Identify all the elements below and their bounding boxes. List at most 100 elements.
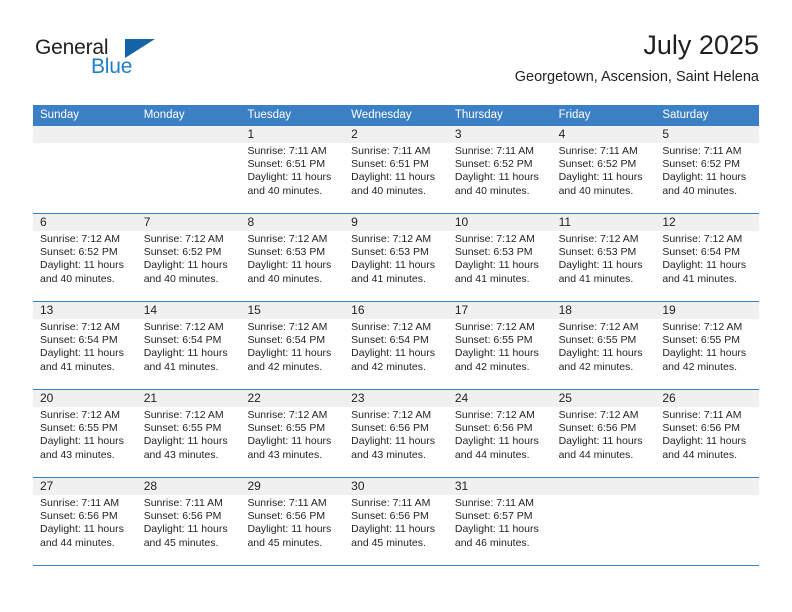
day-number: 30	[344, 478, 448, 495]
page-header: General Blue July 2025 Georgetown, Ascen…	[33, 28, 759, 98]
day-cell[interactable]: 31 Sunrise: 7:11 AM Sunset: 6:57 PM Dayl…	[447, 478, 552, 565]
day-cell[interactable]: 8 Sunrise: 7:12 AM Sunset: 6:53 PM Dayli…	[240, 214, 345, 301]
sunset-text: Sunset: 6:53 PM	[247, 246, 326, 259]
daylight-text-line2: and 43 minutes.	[351, 448, 426, 461]
day-cell[interactable]	[136, 126, 241, 213]
weekday-header-tuesday: Tuesday	[247, 109, 292, 121]
sunset-text: Sunset: 6:55 PM	[454, 334, 533, 347]
day-cell[interactable]: 28 Sunrise: 7:11 AM Sunset: 6:56 PM Dayl…	[136, 478, 241, 565]
daylight-text-line2: and 41 minutes.	[143, 360, 219, 373]
sunrise-text: Sunrise: 7:12 AM	[558, 409, 639, 421]
daylight-text-line1: Daylight: 11 hours	[454, 523, 539, 536]
day-number: 11	[551, 214, 656, 231]
day-number: 12	[655, 214, 760, 231]
day-cell[interactable]	[551, 478, 656, 565]
daylight-text-line2: and 45 minutes.	[143, 536, 219, 549]
day-cell[interactable]: 10 Sunrise: 7:12 AM Sunset: 6:53 PM Dayl…	[447, 214, 552, 301]
sunset-text: Sunset: 6:53 PM	[351, 246, 429, 259]
sunrise-text: Sunrise: 7:12 AM	[662, 233, 743, 245]
daylight-text-line1: Daylight: 11 hours	[454, 435, 539, 448]
day-cell[interactable]: 13 Sunrise: 7:12 AM Sunset: 6:54 PM Dayl…	[33, 302, 137, 389]
sunset-text: Sunset: 6:55 PM	[247, 422, 326, 435]
calendar-grid: Sunday Monday Tuesday Wednesday Thursday…	[33, 105, 760, 566]
day-cell[interactable]: 21 Sunrise: 7:12 AM Sunset: 6:55 PM Dayl…	[136, 390, 241, 477]
daylight-text-line2: and 44 minutes.	[558, 448, 634, 461]
day-number: 31	[447, 478, 552, 495]
day-info: Sunrise: 7:12 AM Sunset: 6:55 PM Dayligh…	[448, 319, 552, 374]
day-cell[interactable]: 24 Sunrise: 7:12 AM Sunset: 6:56 PM Dayl…	[447, 390, 552, 477]
day-cell[interactable]: 12 Sunrise: 7:12 AM Sunset: 6:54 PM Dayl…	[655, 214, 760, 301]
sunrise-text: Sunrise: 7:12 AM	[40, 233, 120, 245]
day-cell[interactable]: 5 Sunrise: 7:11 AM Sunset: 6:52 PM Dayli…	[655, 126, 760, 213]
day-number: 22	[240, 390, 345, 407]
sunrise-text: Sunrise: 7:12 AM	[662, 321, 743, 333]
weekday-header-friday: Friday	[558, 109, 591, 121]
day-number: 7	[136, 214, 241, 231]
day-info: Sunrise: 7:12 AM Sunset: 6:56 PM Dayligh…	[448, 407, 552, 462]
daylight-text-line2: and 44 minutes.	[454, 448, 530, 461]
daylight-text-line2: and 41 minutes.	[351, 272, 426, 285]
day-cell[interactable]: 9 Sunrise: 7:12 AM Sunset: 6:53 PM Dayli…	[344, 214, 448, 301]
week-row: 27 Sunrise: 7:11 AM Sunset: 6:56 PM Dayl…	[33, 478, 760, 566]
daylight-text-line1: Daylight: 11 hours	[558, 347, 643, 360]
day-cell[interactable]: 2 Sunrise: 7:11 AM Sunset: 6:51 PM Dayli…	[344, 126, 448, 213]
day-cell[interactable]: 19 Sunrise: 7:12 AM Sunset: 6:55 PM Dayl…	[655, 302, 760, 389]
day-info: Sunrise: 7:11 AM Sunset: 6:52 PM Dayligh…	[552, 143, 656, 198]
daylight-text-line1: Daylight: 11 hours	[454, 259, 539, 272]
sunset-text: Sunset: 6:51 PM	[351, 158, 429, 171]
sunrise-text: Sunrise: 7:12 AM	[454, 409, 535, 421]
sunrise-text: Sunrise: 7:11 AM	[351, 497, 431, 509]
sunrise-text: Sunrise: 7:12 AM	[351, 233, 432, 245]
day-cell[interactable]	[655, 478, 760, 565]
day-cell[interactable]: 4 Sunrise: 7:11 AM Sunset: 6:52 PM Dayli…	[551, 126, 656, 213]
day-cell[interactable]: 7 Sunrise: 7:12 AM Sunset: 6:52 PM Dayli…	[136, 214, 241, 301]
daylight-text-line2: and 44 minutes.	[40, 536, 115, 549]
sunset-text: Sunset: 6:52 PM	[558, 158, 637, 171]
day-cell[interactable]: 14 Sunrise: 7:12 AM Sunset: 6:54 PM Dayl…	[136, 302, 241, 389]
sunrise-text: Sunrise: 7:12 AM	[247, 409, 328, 421]
sunset-text: Sunset: 6:55 PM	[40, 422, 118, 435]
sunrise-text: Sunrise: 7:11 AM	[662, 409, 742, 421]
day-cell[interactable]: 6 Sunrise: 7:12 AM Sunset: 6:52 PM Dayli…	[33, 214, 137, 301]
day-info: Sunrise: 7:12 AM Sunset: 6:54 PM Dayligh…	[137, 319, 241, 374]
daylight-text-line2: and 45 minutes.	[247, 536, 323, 549]
day-cell[interactable]: 16 Sunrise: 7:12 AM Sunset: 6:54 PM Dayl…	[344, 302, 448, 389]
daylight-text-line2: and 41 minutes.	[558, 272, 634, 285]
sunset-text: Sunset: 6:52 PM	[143, 246, 222, 259]
day-info: Sunrise: 7:12 AM Sunset: 6:56 PM Dayligh…	[552, 407, 656, 462]
calendar-page: General Blue July 2025 Georgetown, Ascen…	[0, 0, 792, 612]
sunrise-text: Sunrise: 7:12 AM	[454, 233, 535, 245]
day-cell[interactable]: 15 Sunrise: 7:12 AM Sunset: 6:54 PM Dayl…	[240, 302, 345, 389]
sunset-text: Sunset: 6:55 PM	[662, 334, 740, 347]
daylight-text-line1: Daylight: 11 hours	[143, 259, 228, 272]
day-info: Sunrise: 7:11 AM Sunset: 6:52 PM Dayligh…	[655, 143, 759, 198]
day-info: Sunrise: 7:11 AM Sunset: 6:56 PM Dayligh…	[344, 495, 448, 550]
day-info: Sunrise: 7:12 AM Sunset: 6:53 PM Dayligh…	[344, 231, 448, 286]
page-title: July 2025	[643, 30, 759, 60]
sunset-text: Sunset: 6:51 PM	[247, 158, 326, 171]
weekday-header-row: Sunday Monday Tuesday Wednesday Thursday…	[33, 105, 759, 126]
day-cell[interactable]: 18 Sunrise: 7:12 AM Sunset: 6:55 PM Dayl…	[551, 302, 656, 389]
day-cell[interactable]: 29 Sunrise: 7:11 AM Sunset: 6:56 PM Dayl…	[240, 478, 345, 565]
sunset-text: Sunset: 6:54 PM	[351, 334, 429, 347]
day-number: 9	[344, 214, 448, 231]
day-cell[interactable]: 11 Sunrise: 7:12 AM Sunset: 6:53 PM Dayl…	[551, 214, 656, 301]
daylight-text-line1: Daylight: 11 hours	[558, 259, 643, 272]
day-cell[interactable]: 26 Sunrise: 7:11 AM Sunset: 6:56 PM Dayl…	[655, 390, 760, 477]
day-cell[interactable]: 22 Sunrise: 7:12 AM Sunset: 6:55 PM Dayl…	[240, 390, 345, 477]
day-cell[interactable]: 17 Sunrise: 7:12 AM Sunset: 6:55 PM Dayl…	[447, 302, 552, 389]
day-cell[interactable]: 1 Sunrise: 7:11 AM Sunset: 6:51 PM Dayli…	[240, 126, 345, 213]
day-cell[interactable]: 23 Sunrise: 7:12 AM Sunset: 6:56 PM Dayl…	[344, 390, 448, 477]
day-cell[interactable]: 25 Sunrise: 7:12 AM Sunset: 6:56 PM Dayl…	[551, 390, 656, 477]
day-cell[interactable]: 30 Sunrise: 7:11 AM Sunset: 6:56 PM Dayl…	[344, 478, 448, 565]
day-info: Sunrise: 7:12 AM Sunset: 6:55 PM Dayligh…	[240, 407, 344, 462]
day-cell[interactable]	[33, 126, 137, 213]
daylight-text-line2: and 40 minutes.	[143, 272, 219, 285]
day-cell[interactable]: 20 Sunrise: 7:12 AM Sunset: 6:55 PM Dayl…	[33, 390, 137, 477]
weekday-header-saturday: Saturday	[662, 109, 709, 121]
day-cell[interactable]: 27 Sunrise: 7:11 AM Sunset: 6:56 PM Dayl…	[33, 478, 137, 565]
week-row: 20 Sunrise: 7:12 AM Sunset: 6:55 PM Dayl…	[33, 390, 760, 478]
day-cell[interactable]: 3 Sunrise: 7:11 AM Sunset: 6:52 PM Dayli…	[447, 126, 552, 213]
sunrise-text: Sunrise: 7:12 AM	[40, 321, 120, 333]
sunrise-text: Sunrise: 7:12 AM	[247, 233, 328, 245]
